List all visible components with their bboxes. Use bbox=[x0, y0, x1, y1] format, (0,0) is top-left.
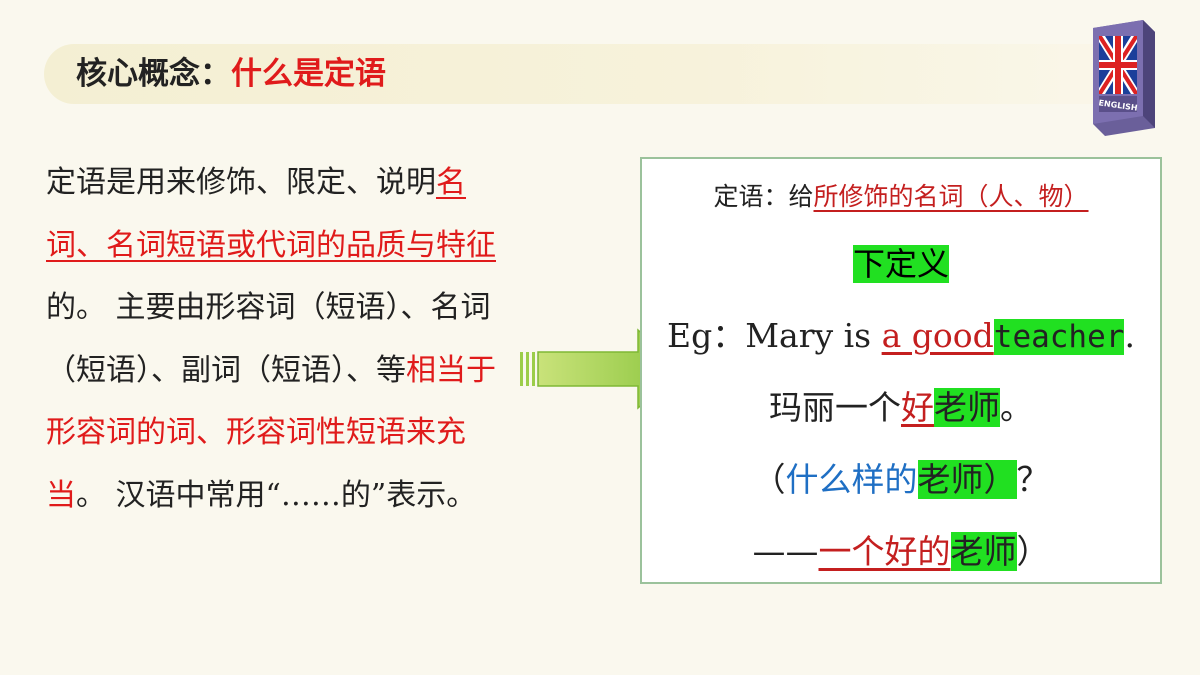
box-definition-prefix: 定语：给 bbox=[713, 182, 814, 211]
page-title: 核心概念：什么是定语 bbox=[76, 52, 386, 96]
example-noun: teacher bbox=[993, 319, 1125, 355]
question-line: （什么样的老师）？ bbox=[642, 453, 1160, 501]
translation-prefix: 玛丽一个 bbox=[769, 388, 901, 427]
question-open: （ bbox=[752, 460, 786, 499]
question-noun: 老师） bbox=[917, 460, 1017, 499]
box-define-label: 下定义 bbox=[642, 239, 1160, 285]
title-prefix: 核心概念： bbox=[76, 56, 231, 92]
translation-end: 。 bbox=[1000, 388, 1033, 427]
example-box: 定语：给所修饰的名词（人、物） 下定义 Eg：Mary is a goodtea… bbox=[640, 157, 1162, 584]
translation-noun: 老师 bbox=[934, 388, 1000, 427]
definition-part-3: 。 汉语中常用“……的”表示。 bbox=[76, 477, 477, 513]
translation-line: 玛丽一个好老师。 bbox=[642, 381, 1160, 429]
example-period: . bbox=[1124, 316, 1135, 355]
translation-attribute: 好 bbox=[901, 388, 934, 427]
example-sentence: Eg：Mary is a goodteacher. bbox=[642, 309, 1160, 357]
title-main: 什么是定语 bbox=[231, 56, 386, 92]
answer-attribute: 一个好的 bbox=[818, 532, 951, 571]
example-prefix: Eg：Mary is bbox=[667, 316, 882, 355]
answer-dash: —— bbox=[752, 532, 819, 571]
question-what: 什么样的 bbox=[785, 460, 918, 499]
box-definition-line: 定语：给所修饰的名词（人、物） bbox=[642, 177, 1160, 213]
definition-paragraph: 定语是用来修饰、限定、说明名词、名词短语或代词的品质与特征的。 主要由形容词（短… bbox=[46, 152, 516, 527]
english-book-icon: ENGLISH bbox=[1093, 20, 1155, 136]
question-mark: ？ bbox=[1016, 460, 1050, 499]
example-attribute: a good bbox=[881, 316, 994, 355]
answer-close: ） bbox=[1016, 532, 1050, 571]
answer-line: ——一个好的老师） bbox=[642, 525, 1160, 573]
definition-part-1: 定语是用来修饰、限定、说明 bbox=[46, 165, 436, 200]
box-define-highlight: 下定义 bbox=[852, 245, 949, 283]
answer-noun: 老师 bbox=[950, 532, 1017, 571]
box-definition-target: 所修饰的名词（人、物） bbox=[813, 182, 1089, 211]
